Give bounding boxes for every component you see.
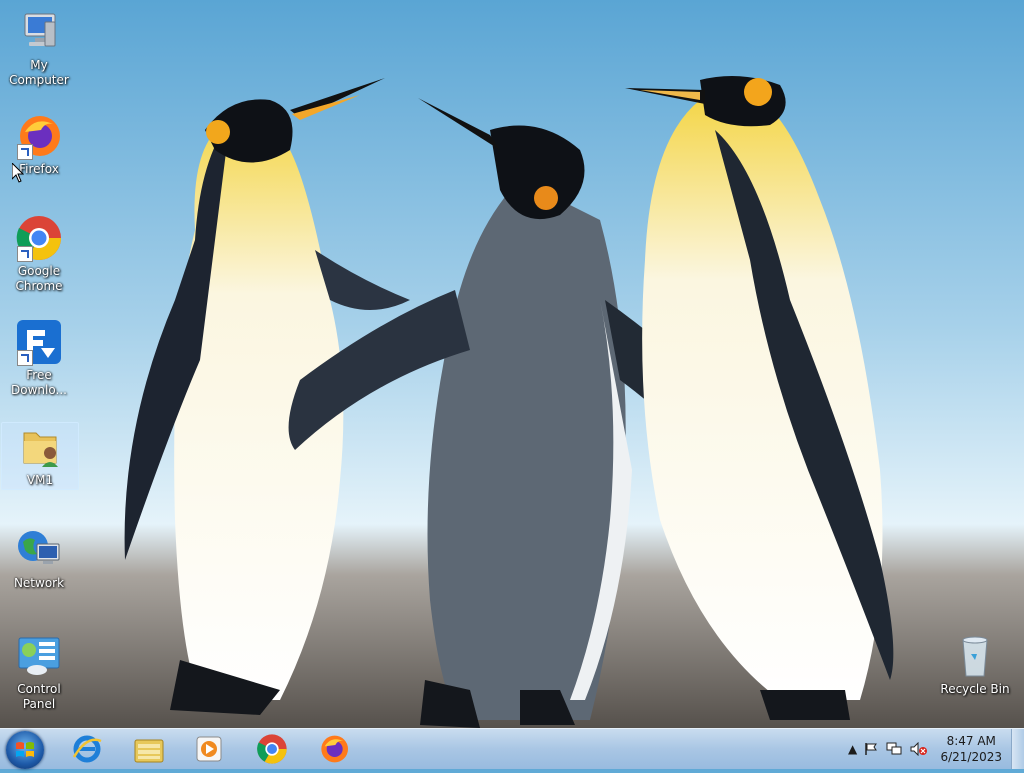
- icon-label: Control Panel: [17, 682, 61, 711]
- show-desktop-button[interactable]: [1011, 729, 1024, 769]
- download-manager-icon: [15, 318, 63, 366]
- taskbar-file-explorer[interactable]: [122, 731, 176, 767]
- clock-time: 8:47 AM: [946, 734, 996, 748]
- firefox-icon: [15, 112, 63, 160]
- clock-date: 6/21/2023: [940, 750, 1002, 764]
- taskbar-firefox[interactable]: [307, 731, 361, 767]
- user-folder-icon: [16, 423, 64, 471]
- action-center-flag-icon[interactable]: [864, 742, 878, 759]
- network-icon: [15, 526, 63, 574]
- desktop-icon-network[interactable]: Network: [1, 526, 77, 591]
- file-explorer-icon: [134, 739, 164, 763]
- desktop-icon-my-computer[interactable]: My Computer: [1, 8, 77, 88]
- taskbar-internet-explorer[interactable]: [60, 731, 114, 767]
- desktop-icon-free-download-manager[interactable]: Free Downlo...: [1, 318, 77, 398]
- taskbar-clock[interactable]: 8:47 AM 6/21/2023: [940, 733, 1002, 765]
- shortcut-arrow-icon: [17, 246, 33, 262]
- icon-label: Network: [13, 576, 65, 590]
- icon-label: Recycle Bin: [940, 682, 1010, 696]
- icon-label: My Computer: [9, 58, 69, 87]
- show-hidden-icons-icon[interactable]: ▲: [848, 742, 857, 756]
- desktop-wallpaper: [0, 0, 1024, 728]
- taskbar: ▲ 8:47 AM 6/21/2023: [0, 728, 1024, 769]
- computer-icon: [15, 8, 63, 56]
- control-panel-icon: [15, 632, 63, 680]
- internet-explorer-icon: [72, 735, 102, 763]
- icon-label: Free Downlo...: [11, 368, 67, 397]
- icon-label: Google Chrome: [15, 264, 63, 293]
- taskbar-media-player[interactable]: [182, 731, 236, 767]
- desktop-icon-recycle-bin[interactable]: Recycle Bin: [937, 632, 1013, 697]
- desktop-icon-google-chrome[interactable]: Google Chrome: [1, 214, 77, 294]
- start-button[interactable]: [6, 731, 44, 769]
- shortcut-arrow-icon: [17, 350, 33, 366]
- taskbar-chrome[interactable]: [245, 731, 299, 767]
- chrome-icon: [257, 734, 287, 764]
- chrome-icon: [15, 214, 63, 262]
- volume-muted-icon[interactable]: [910, 741, 928, 759]
- system-tray: ▲ 8:47 AM 6/21/2023: [844, 729, 1024, 769]
- network-status-icon[interactable]: [886, 742, 902, 759]
- desktop-icon-vm1[interactable]: VM1: [1, 422, 79, 490]
- windows-logo-icon: [16, 742, 34, 757]
- shortcut-arrow-icon: [17, 144, 33, 160]
- recycle-bin-icon: [951, 632, 999, 680]
- firefox-icon: [321, 735, 348, 763]
- desktop-icon-control-panel[interactable]: Control Panel: [1, 632, 77, 712]
- icon-label: VM1: [26, 473, 54, 487]
- media-player-icon: [196, 736, 222, 762]
